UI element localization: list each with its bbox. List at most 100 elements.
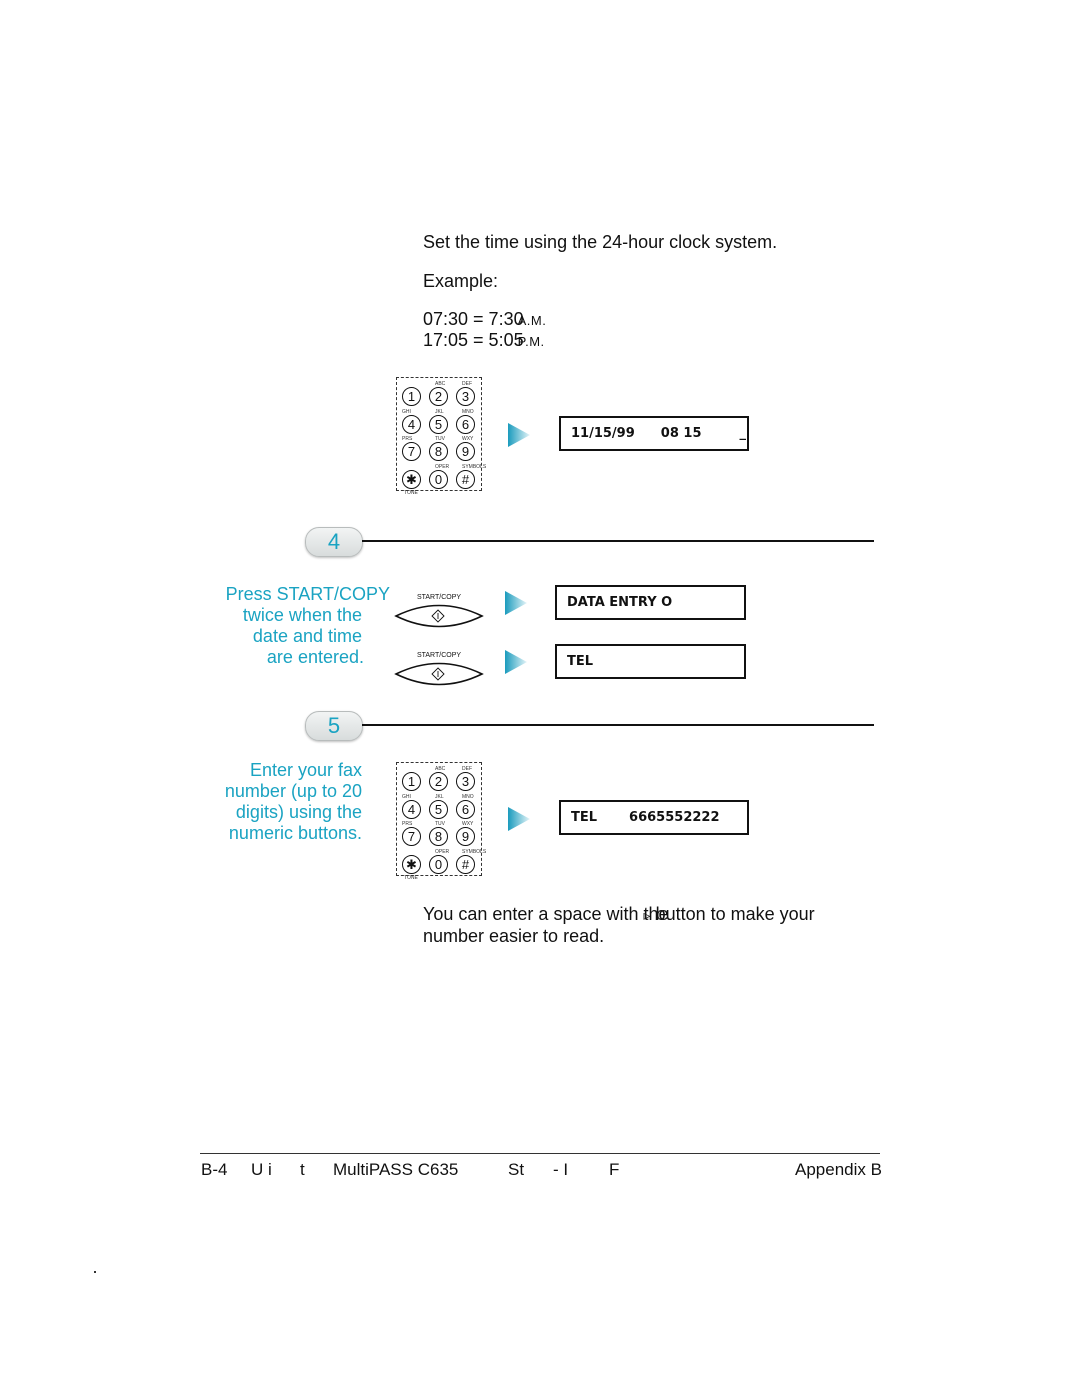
step-4-instruction: Press START/COPY twice when the date and… [200, 584, 390, 668]
instruction-line: are entered. [266, 647, 364, 667]
space-button-icon: ▹ [643, 907, 651, 923]
footer-divider [200, 1153, 880, 1154]
note-line-2: number easier to read. [423, 926, 605, 946]
key-star[interactable]: ✱ [402, 469, 421, 489]
lcd-date: 11/15/99 [571, 426, 635, 441]
example-suffix: P.M. [517, 334, 545, 349]
key-letters-label: PRS [402, 436, 413, 442]
numeric-keypad: 1 2 ABC 3 DEF 4 GHI 5 JKL 6 MNO 7 PRS 8 TUV 9 WXY ✱ TONE 0 O… [396, 377, 486, 496]
instruction-line: Press START/COPY [225, 584, 390, 604]
example-line-1: 07:30 = 7:30A.M. [423, 309, 546, 331]
key-letters-label: MNO [462, 408, 474, 415]
step-divider [362, 724, 874, 726]
key-letters-label: SYMBOLS [462, 463, 487, 470]
key-4[interactable]: 4 [402, 414, 421, 434]
lcd-tel-label: TEL [571, 810, 598, 825]
key-7[interactable]: 7 [402, 442, 421, 461]
footer-title-part: St [508, 1160, 525, 1179]
lcd-cursor: _ [739, 426, 747, 441]
key-2[interactable]: 2 [429, 772, 448, 791]
instruction-line: digits) using the [235, 802, 362, 822]
instruction-line: Enter your fax [249, 760, 362, 780]
arrow-right-icon [505, 650, 527, 674]
key-letters-label: TUV [435, 436, 445, 442]
key-letters-label: MNO [462, 793, 474, 800]
lcd-display-data-entry: DATA ENTRY O [555, 585, 746, 620]
start-copy-button[interactable]: START/COPY [394, 652, 484, 696]
key-1[interactable]: 1 [402, 772, 421, 791]
key-letters-label: WXY [462, 821, 474, 827]
key-6[interactable]: 6 [456, 414, 475, 434]
key-7[interactable]: 7 [402, 827, 421, 846]
lcd-text: TEL [567, 654, 594, 669]
key-5[interactable]: 5 [429, 799, 448, 819]
key-letters-label: JKL [435, 793, 444, 800]
key-9[interactable]: 9 [456, 442, 475, 461]
lcd-text: DATA ENTRY O [567, 595, 673, 610]
key-2[interactable]: 2 [429, 387, 448, 406]
step-number-badge: 5 [305, 711, 363, 741]
key-3[interactable]: 3 [456, 387, 475, 406]
key-letters-label: OPER [435, 463, 450, 470]
lcd-display-tel-number: TEL 6665552222 [559, 800, 749, 835]
key-8[interactable]: 8 [429, 827, 448, 846]
start-copy-label: START/COPY [416, 594, 462, 601]
key-0[interactable]: 0 [429, 854, 448, 874]
key-letters-label: OPER [435, 848, 450, 855]
arrow-right-icon [508, 423, 530, 447]
example-suffix: A.M. [517, 313, 547, 328]
arrow-right-icon [508, 807, 530, 831]
key-hash[interactable]: # [456, 854, 475, 874]
step-divider [362, 540, 874, 542]
key-4[interactable]: 4 [402, 799, 421, 819]
footer-title-part: U i [251, 1160, 272, 1179]
key-5[interactable]: 5 [429, 414, 448, 434]
key-letters-label: GHI [402, 793, 411, 800]
key-letters-label: TONE [404, 489, 418, 496]
footer-title-part: F [609, 1160, 620, 1179]
footer-product-name: MultiPASS C635 [333, 1160, 459, 1179]
example-label: Example: [423, 271, 499, 291]
key-letters-label: WXY [462, 436, 474, 442]
key-8[interactable]: 8 [429, 442, 448, 461]
space-note: You can enter a space with the ▹ button … [423, 904, 873, 947]
note-line-1: You can enter a space with the ▹ button … [423, 904, 873, 926]
footer-title-part: - I [553, 1160, 569, 1179]
key-0[interactable]: 0 [429, 469, 448, 489]
step-5-instruction: Enter your fax number (up to 20 digits) … [200, 760, 362, 844]
example-value: 17:05 = 5:05 [423, 330, 524, 350]
start-copy-label: START/COPY [416, 652, 462, 659]
start-copy-button[interactable]: START/COPY [394, 594, 484, 638]
start-icon [394, 604, 484, 628]
instruction-line: numeric buttons. [228, 823, 362, 843]
key-1[interactable]: 1 [402, 387, 421, 406]
footer-title-part: t [300, 1160, 305, 1179]
lcd-display-tel: TEL [555, 644, 746, 679]
key-3[interactable]: 3 [456, 772, 475, 791]
instruction-line: twice when the [242, 605, 362, 625]
numeric-keypad: 1 2 ABC 3 DEF 4 GHI 5 JKL 6 MNO 7 PRS 8 TUV 9 WXY ✱ TONE 0 O… [396, 762, 486, 881]
note-text: You can enter a space with the [423, 904, 669, 924]
key-letters-label: JKL [435, 408, 444, 415]
instruction-line: number (up to 20 [224, 781, 362, 801]
instruction-text: Set the time using the 24-hour clock sys… [423, 232, 778, 252]
key-letters-label: GHI [402, 408, 411, 415]
key-hash[interactable]: # [456, 469, 475, 489]
key-star[interactable]: ✱ [402, 854, 421, 874]
start-icon [394, 662, 484, 686]
lcd-tel-number: 6665552222 [629, 810, 720, 825]
stray-mark [94, 1271, 96, 1273]
instruction-line: date and time [252, 626, 362, 646]
note-text: button to make your [655, 904, 815, 924]
key-9[interactable]: 9 [456, 827, 475, 846]
arrow-right-icon [505, 591, 527, 615]
step-number-badge: 4 [305, 527, 363, 557]
key-letters-label: TONE [404, 874, 418, 881]
key-6[interactable]: 6 [456, 799, 475, 819]
key-letters-label: DEF [462, 766, 472, 772]
key-letters-label: ABC [435, 381, 446, 387]
key-letters-label: ABC [435, 766, 446, 772]
footer-section: Appendix B [795, 1160, 882, 1179]
footer-page-number: B-4 [201, 1160, 228, 1179]
key-letters-label: PRS [402, 821, 413, 827]
